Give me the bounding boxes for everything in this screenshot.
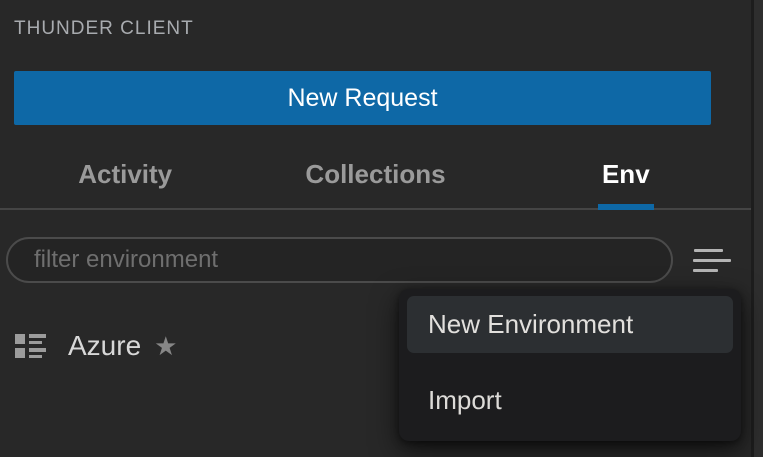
sidebar-right-gutter xyxy=(751,0,763,457)
environment-list-icon xyxy=(15,333,47,360)
environment-list-item-azure[interactable]: Azure ★ xyxy=(0,322,400,370)
panel-title: THUNDER CLIENT xyxy=(14,18,194,40)
tab-collections-label: Collections xyxy=(305,159,445,190)
environment-context-menu: New Environment Import xyxy=(399,289,741,441)
tab-env-label: Env xyxy=(602,159,650,190)
menu-item-new-environment[interactable]: New Environment xyxy=(407,296,733,353)
menu-item-new-environment-label: New Environment xyxy=(428,309,633,340)
active-tab-underline xyxy=(598,204,654,210)
menu-item-import[interactable]: Import xyxy=(407,372,733,429)
tab-collections[interactable]: Collections xyxy=(250,140,500,208)
filter-environment-input[interactable] xyxy=(6,237,673,283)
tab-activity-label: Activity xyxy=(78,159,172,190)
new-request-button[interactable]: New Request xyxy=(14,71,711,125)
tab-activity[interactable]: Activity xyxy=(0,140,250,208)
thunder-client-sidebar: THUNDER CLIENT New Request Activity Coll… xyxy=(0,0,763,457)
starred-icon: ★ xyxy=(154,333,177,359)
menu-item-import-label: Import xyxy=(428,385,502,416)
tab-bar: Activity Collections Env xyxy=(0,140,751,210)
environment-name: Azure xyxy=(68,330,141,362)
environment-menu-button[interactable] xyxy=(688,240,740,280)
tab-env[interactable]: Env xyxy=(501,140,751,208)
